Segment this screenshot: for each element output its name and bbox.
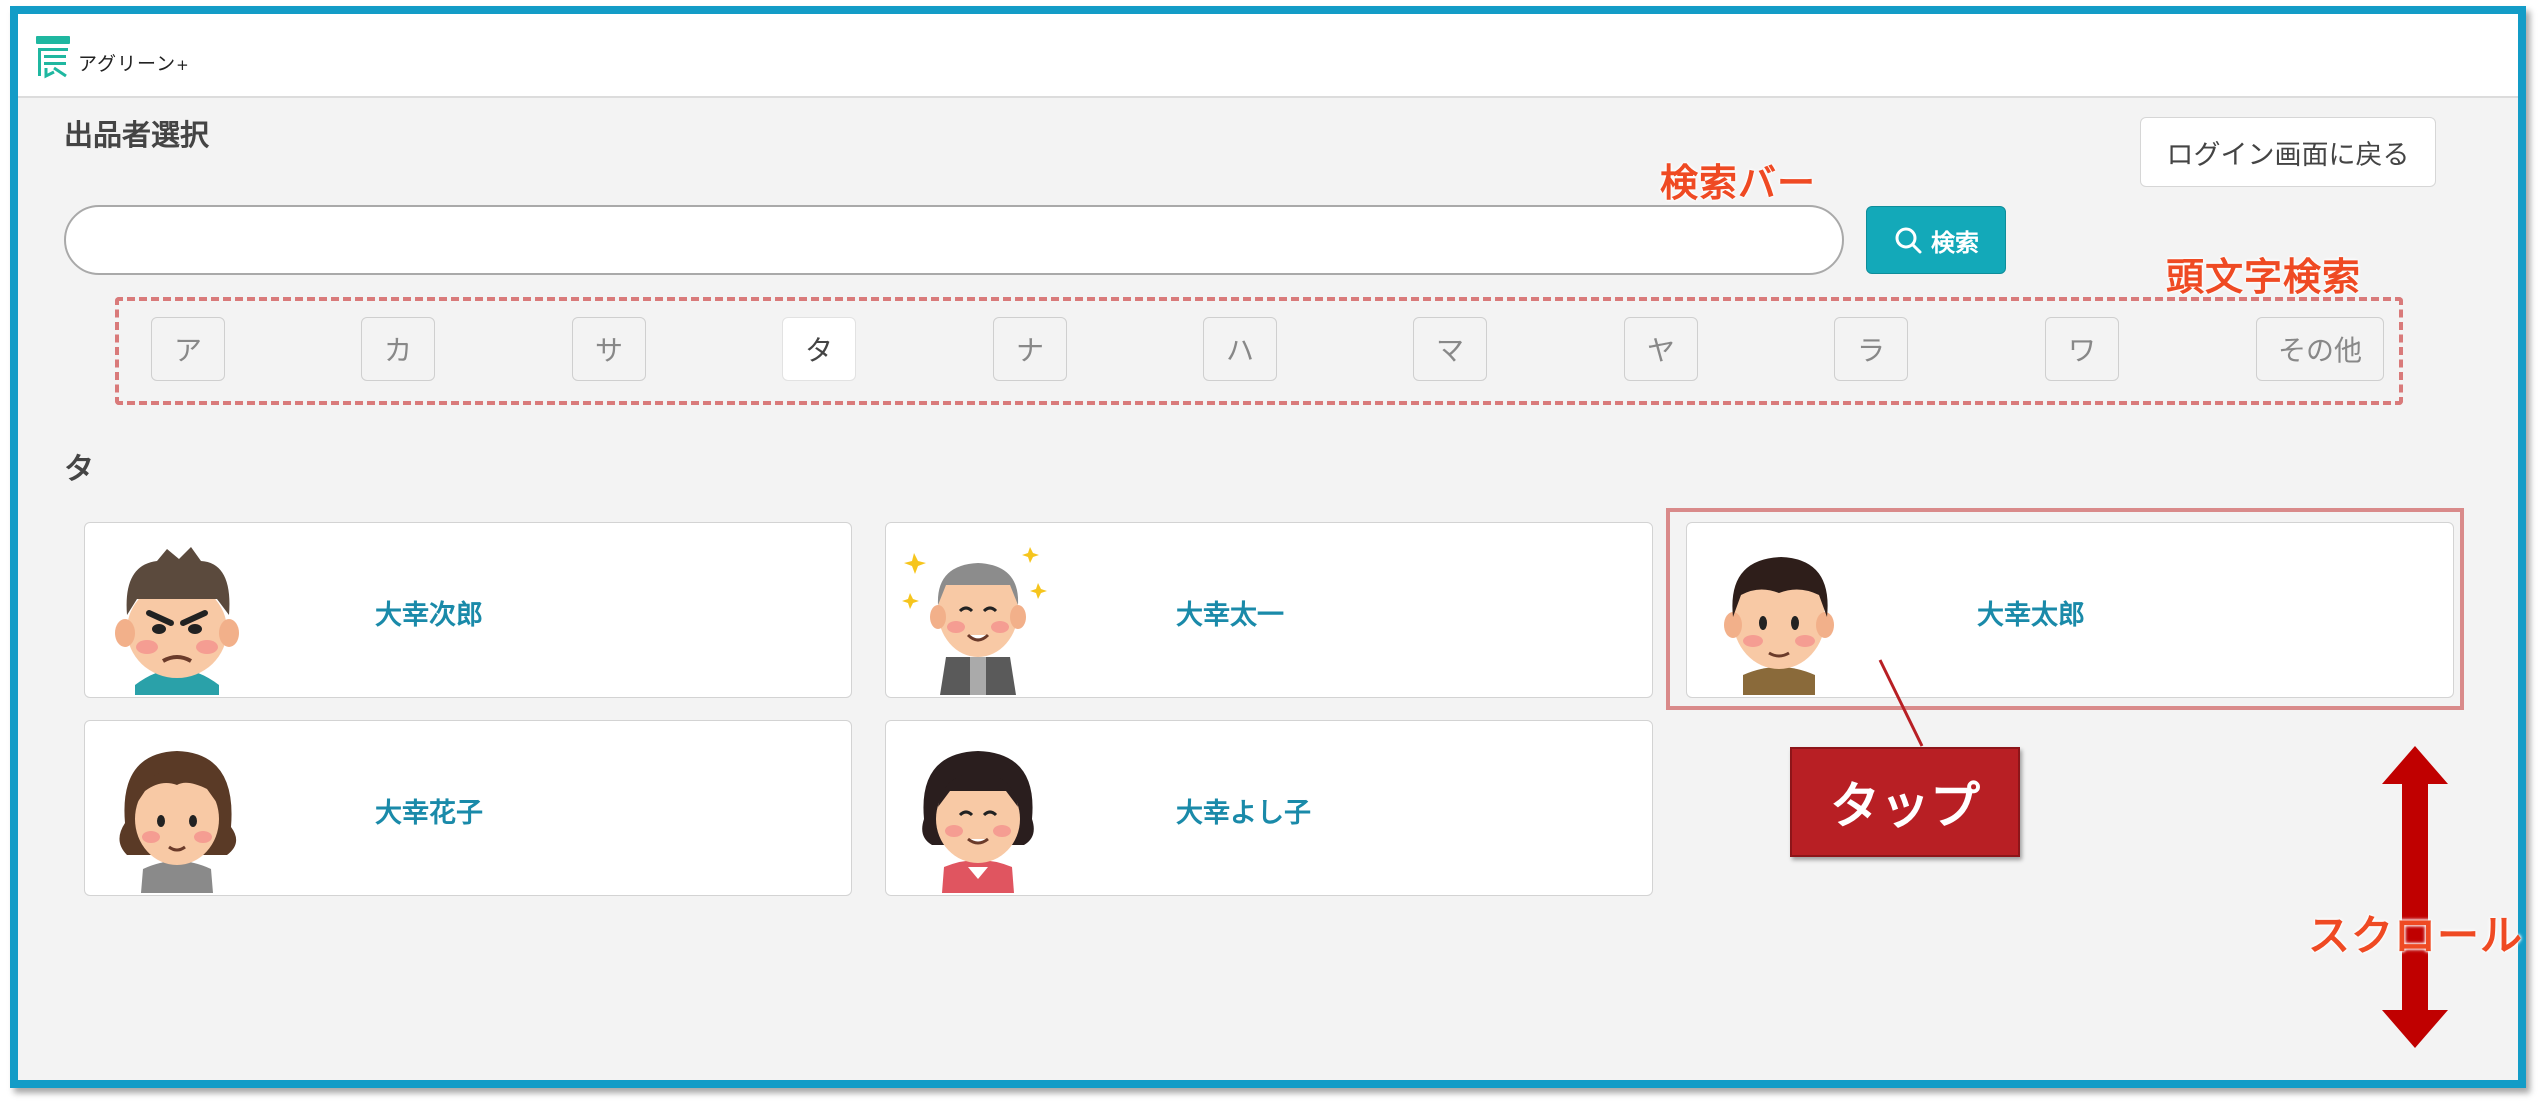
annotation-initial-search: 頭文字検索 <box>2166 255 2362 299</box>
kana-filter-other[interactable]: その他 <box>2256 317 2384 381</box>
kana-filter-ma[interactable]: マ <box>1413 317 1487 381</box>
angry-man-avatar-icon <box>115 547 239 695</box>
seller-name: 大幸花子 <box>375 798 483 829</box>
seller-name: 大幸よし子 <box>1176 798 1311 829</box>
tap-callout: タップ <box>1790 747 2020 857</box>
app-logo: アグリーン+ <box>34 34 190 80</box>
search-icon <box>1895 227 1922 254</box>
elderly-man-avatar-icon <box>902 547 1047 695</box>
page-title: 出品者選択 <box>64 118 210 152</box>
seller-card[interactable]: 大幸よし子 <box>885 720 1653 896</box>
app-header: アグリーン+ <box>18 14 2518 98</box>
seller-card[interactable]: 大幸太一 <box>885 522 1653 698</box>
kana-filter-sa[interactable]: サ <box>572 317 646 381</box>
kana-filter-ta[interactable]: タ <box>782 317 856 381</box>
kana-filter-ra[interactable]: ラ <box>1834 317 1908 381</box>
kana-filter-na[interactable]: ナ <box>993 317 1067 381</box>
logo-text: アグリーン+ <box>78 53 190 75</box>
back-to-login-button[interactable]: ログイン画面に戻る <box>2140 117 2436 187</box>
kana-filter-ka[interactable]: カ <box>361 317 435 381</box>
search-button[interactable]: 検索 <box>1866 206 2006 274</box>
seller-card[interactable]: 大幸次郎 <box>84 522 852 698</box>
seller-name: 大幸太一 <box>1176 600 1284 631</box>
search-input[interactable] <box>64 205 1844 275</box>
elderly-woman-avatar-icon <box>922 751 1034 893</box>
annotation-scroll: スクロール <box>2308 911 2524 960</box>
tap-highlight-box <box>1666 508 2464 710</box>
kana-filter-wa[interactable]: ワ <box>2045 317 2119 381</box>
woman-avatar-icon <box>119 751 237 893</box>
kana-filter-ya[interactable]: ヤ <box>1624 317 1698 381</box>
kana-filter-a[interactable]: ア <box>151 317 225 381</box>
section-heading: タ <box>64 452 94 487</box>
search-button-label: 検索 <box>1931 228 1979 257</box>
kana-filter-ha[interactable]: ハ <box>1203 317 1277 381</box>
seller-card[interactable]: 大幸花子 <box>84 720 852 896</box>
logo-mark-icon <box>36 36 70 79</box>
annotation-search-bar: 検索バー <box>1660 161 1817 205</box>
seller-name: 大幸次郎 <box>375 600 483 631</box>
